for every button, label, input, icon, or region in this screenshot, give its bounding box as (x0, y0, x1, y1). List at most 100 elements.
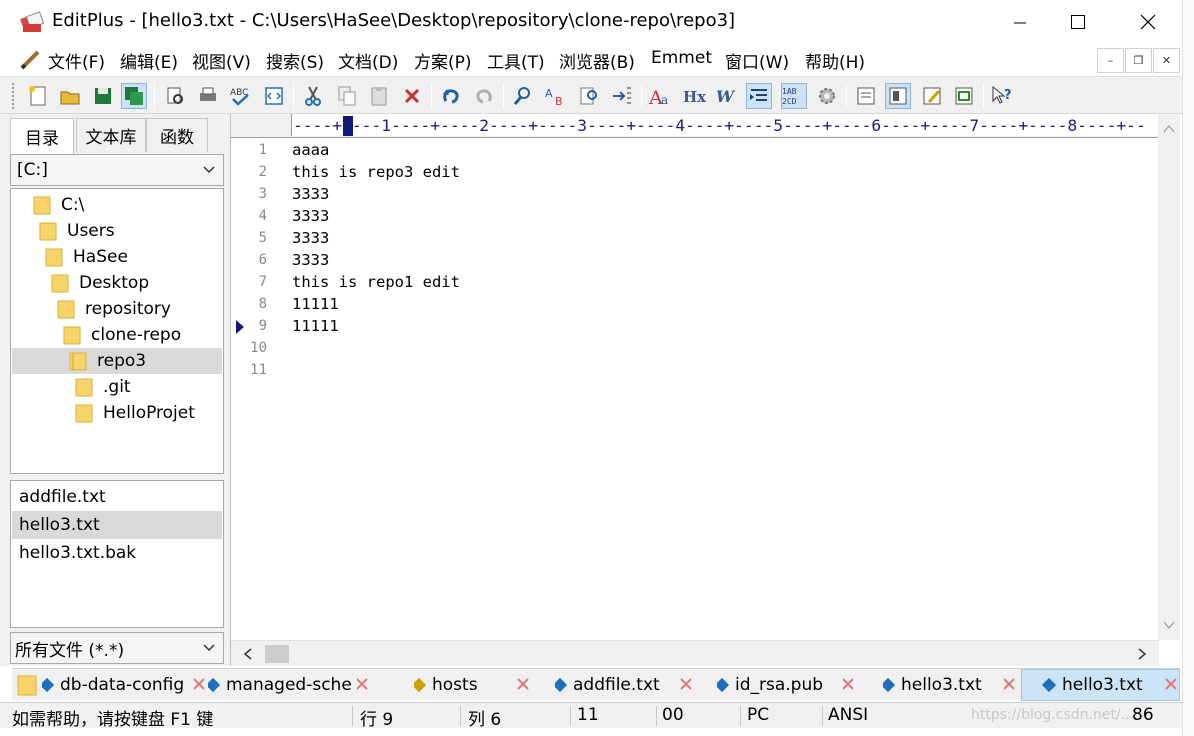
undo-icon[interactable] (438, 83, 464, 109)
code-line[interactable]: 3333 (292, 183, 329, 205)
doc-tab-db-data-config[interactable]: db-data-config (42, 669, 204, 701)
close-button[interactable] (1118, 0, 1178, 44)
doc-tab-id-rsa-pub[interactable]: id_rsa.pub (717, 669, 837, 701)
print-preview-icon[interactable] (162, 83, 188, 109)
scroll-right-icon[interactable] (1137, 648, 1147, 660)
tree-item-git[interactable]: .git (75, 374, 131, 400)
code-line[interactable]: 11111 (292, 293, 339, 315)
tree-item-users[interactable]: Users (39, 218, 115, 244)
pencil-icon (20, 50, 40, 70)
code-line[interactable]: 3333 (292, 205, 329, 227)
folder-icon[interactable] (16, 673, 38, 697)
close-tab-icon[interactable] (841, 677, 855, 691)
menu-emmet[interactable]: Emmet (651, 48, 712, 68)
mdi-close-button[interactable]: ✕ (1153, 48, 1180, 73)
delete-icon[interactable] (399, 83, 425, 109)
menu-project[interactable]: 方案(P) (414, 48, 472, 73)
tree-item-helloprojet[interactable]: HelloProjet (75, 400, 195, 426)
file-filter-select[interactable]: 所有文件 (*.*) (10, 632, 224, 664)
close-tab-icon[interactable] (1164, 677, 1178, 691)
file-item-addfile[interactable]: addfile.txt (12, 483, 222, 511)
close-tab-icon[interactable] (192, 677, 206, 691)
settings-icon[interactable] (814, 83, 840, 109)
editplus-app-icon (20, 11, 45, 33)
menu-browser[interactable]: 浏览器(B) (559, 48, 635, 73)
paste-icon[interactable] (366, 83, 392, 109)
open-file-icon[interactable] (57, 83, 83, 109)
fullscreen-icon[interactable] (951, 83, 977, 109)
scroll-down-icon[interactable] (1163, 620, 1175, 630)
tab-directory[interactable]: 目录 (10, 118, 74, 154)
close-tab-icon[interactable] (679, 677, 693, 691)
folder-icon (75, 378, 93, 397)
code-line[interactable]: this is repo1 edit (292, 271, 460, 293)
print-icon[interactable] (195, 83, 221, 109)
redo-icon[interactable] (471, 83, 497, 109)
find-in-files-icon[interactable] (576, 83, 602, 109)
code-line[interactable]: 3333 (292, 249, 329, 271)
find-icon[interactable] (509, 83, 535, 109)
tree-item-c[interactable]: C:\ (33, 192, 84, 218)
menu-tools[interactable]: 工具(T) (487, 48, 545, 73)
doc-tab-hello3[interactable]: hello3.txt (883, 669, 1003, 701)
hex-icon[interactable]: Hx (681, 83, 707, 109)
cliptext-icon[interactable] (919, 83, 945, 109)
replace-icon[interactable]: AB (543, 83, 569, 109)
close-tab-icon[interactable] (516, 677, 530, 691)
tree-item-clone-repo[interactable]: clone-repo (63, 322, 181, 348)
tab-functions[interactable]: 函数 (146, 118, 208, 152)
doc-tab-hosts[interactable]: hosts (414, 669, 514, 701)
minimize-button[interactable] (990, 0, 1050, 44)
doc-tab-addfile[interactable]: addfile.txt (555, 669, 679, 701)
mdi-minimize-button[interactable]: – (1097, 48, 1124, 73)
scroll-up-icon[interactable] (1163, 124, 1175, 134)
directory-window-icon[interactable] (853, 83, 879, 109)
tree-item-repository[interactable]: repository (57, 296, 171, 322)
goto-line-icon[interactable] (609, 83, 635, 109)
menu-view[interactable]: 视图(V) (192, 48, 251, 73)
cut-icon[interactable] (300, 83, 326, 109)
font-icon[interactable]: Aa (647, 83, 673, 109)
menu-search[interactable]: 搜索(S) (266, 48, 324, 73)
menu-file[interactable]: 文件(F) (48, 48, 105, 73)
html-preview-icon[interactable] (261, 83, 287, 109)
save-all-icon[interactable] (121, 83, 147, 109)
menu-edit[interactable]: 编辑(E) (120, 48, 178, 73)
close-tab-icon[interactable] (1002, 677, 1016, 691)
doc-tab-hello3-active[interactable]: hello3.txt (1021, 669, 1180, 701)
code-line[interactable]: aaaa (292, 139, 329, 161)
menu-help[interactable]: 帮助(H) (805, 48, 865, 73)
file-item-hello3[interactable]: hello3.txt (12, 511, 222, 539)
status-encoding[interactable]: ANSI (828, 705, 868, 725)
context-help-icon[interactable]: ? (989, 83, 1015, 109)
save-icon[interactable] (90, 83, 116, 109)
copy-icon[interactable] (334, 83, 360, 109)
tree-item-desktop[interactable]: Desktop (51, 270, 149, 296)
drive-select[interactable]: [C:] (10, 154, 224, 186)
toolbar-grip[interactable] (12, 83, 16, 109)
code-line[interactable]: this is repo3 edit (292, 161, 460, 183)
word-wrap-icon[interactable]: W (714, 83, 740, 109)
output-window-icon[interactable] (885, 83, 911, 109)
close-tab-icon[interactable] (355, 677, 369, 691)
new-file-icon[interactable] (25, 83, 51, 109)
menu-window[interactable]: 窗口(W) (725, 48, 789, 73)
tab-cliptext[interactable]: 文本库 (76, 118, 146, 152)
menu-document[interactable]: 文档(D) (338, 48, 398, 73)
horizontal-scroll-thumb[interactable] (265, 645, 289, 663)
tree-item-hasee[interactable]: HaSee (45, 244, 128, 270)
scroll-left-icon[interactable] (243, 648, 253, 660)
horizontal-scrollbar[interactable] (231, 640, 1159, 666)
doc-tab-managed-schema[interactable]: managed-sche (208, 669, 356, 701)
code-line[interactable]: 3333 (292, 227, 329, 249)
mdi-restore-button[interactable]: ❐ (1125, 48, 1152, 73)
indent-icon[interactable] (746, 83, 772, 109)
line-numbers-icon[interactable]: 1AB 2CD (781, 83, 807, 109)
code-line[interactable]: 11111 (292, 315, 339, 337)
spell-check-icon[interactable]: ABC (228, 83, 254, 109)
maximize-button[interactable] (1048, 0, 1108, 44)
file-item-hello3-bak[interactable]: hello3.txt.bak (12, 539, 222, 567)
tree-item-repo3[interactable]: repo3 (12, 348, 222, 374)
vertical-scrollbar[interactable] (1158, 114, 1180, 640)
status-file-format[interactable]: PC (747, 705, 769, 725)
